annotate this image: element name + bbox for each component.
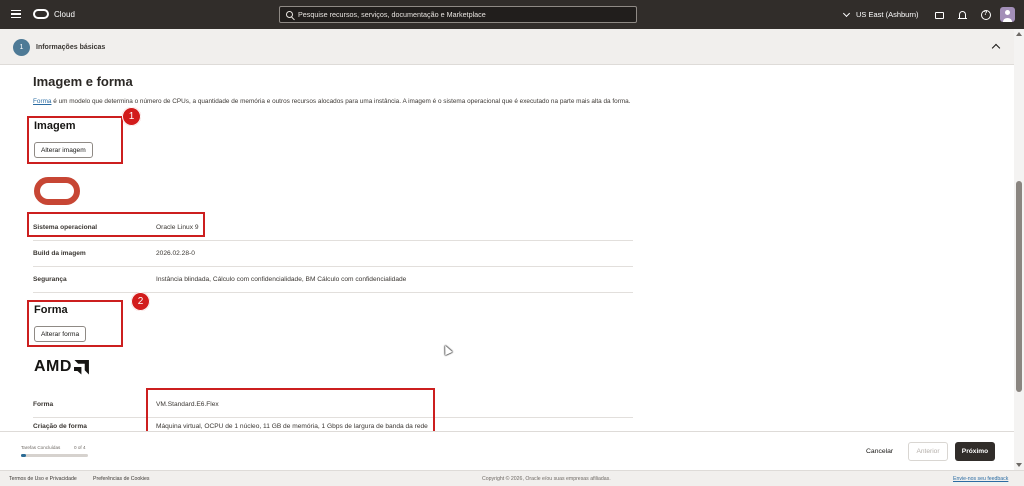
table-row: Build da imagem 2026.02.28-0 xyxy=(33,241,633,267)
next-button[interactable]: Próximo xyxy=(955,442,995,461)
shape-label: Forma xyxy=(33,401,54,408)
region-label: US East (Ashburn) xyxy=(856,10,919,19)
copyright-text: Copyright © 2026, Oracle e/ou suas empre… xyxy=(482,476,611,482)
profile-avatar[interactable] xyxy=(1000,7,1015,22)
security-value: Instância blindada, Cálculo com confiden… xyxy=(156,276,407,283)
cancel-button[interactable]: Cancelar xyxy=(861,443,898,460)
amd-logo-text: AMD xyxy=(34,358,72,375)
image-build-value: 2026.02.28-0 xyxy=(156,250,195,257)
brand-label: Cloud xyxy=(54,9,75,19)
main-content: Imagem e forma Forma é um modelo que det… xyxy=(0,65,1014,431)
amd-logo: AMD xyxy=(34,358,89,376)
oracle-cloud-logo[interactable]: Cloud xyxy=(33,9,75,19)
feedback-link[interactable]: Envie-nos seu feedback xyxy=(953,476,1008,482)
annotation-badge-2: 2 xyxy=(131,292,150,311)
scroll-up-arrow-icon[interactable] xyxy=(1016,32,1022,36)
security-label: Segurança xyxy=(33,276,67,283)
chevron-up-icon[interactable] xyxy=(991,43,1001,53)
table-row: Segurança Instância blindada, Cálculo co… xyxy=(33,267,633,293)
tasks-completed-label: Tarefas Concluídas xyxy=(21,445,61,450)
annotation-badge-1: 1 xyxy=(122,107,141,126)
previous-button[interactable]: Anterior xyxy=(908,442,948,461)
wizard-action-bar: Tarefas Concluídas 0 of 4 Cancelar Anter… xyxy=(0,431,1014,470)
step-header[interactable]: 1 Informações básicas xyxy=(0,29,1014,65)
search-input[interactable] xyxy=(298,10,628,19)
region-selector[interactable]: US East (Ashburn) xyxy=(842,9,919,19)
scroll-down-arrow-icon[interactable] xyxy=(1016,463,1022,467)
cookie-preferences-link[interactable]: Preferências de Cookies xyxy=(93,476,150,482)
annotation-box-os xyxy=(27,212,205,237)
shape-build-label: Criação de forma xyxy=(33,423,87,430)
annotation-box-image xyxy=(27,116,123,164)
top-navigation-bar: Cloud US East (Ashburn) ? xyxy=(0,0,1024,29)
page-footer: Termos de Uso e Privacidade Preferências… xyxy=(0,470,1024,486)
scrollbar[interactable] xyxy=(1014,29,1024,470)
tasks-progress-fill xyxy=(21,454,27,457)
annotation-box-shape xyxy=(27,300,123,347)
tasks-progress-bar xyxy=(21,454,88,457)
menu-icon[interactable] xyxy=(11,10,21,18)
oracle-linux-logo xyxy=(34,177,80,205)
shape-help-link[interactable]: Forma xyxy=(33,98,51,105)
tasks-completed-count: 0 of 4 xyxy=(74,445,86,450)
help-icon[interactable]: ? xyxy=(980,9,991,20)
cloud-shell-icon[interactable] xyxy=(934,9,945,20)
search-icon xyxy=(286,11,293,18)
terms-privacy-link[interactable]: Termos de Uso e Privacidade xyxy=(9,476,77,482)
scrollbar-thumb[interactable] xyxy=(1016,181,1022,392)
image-build-label: Build da imagem xyxy=(33,250,86,257)
step-title: Informações básicas xyxy=(36,44,106,51)
chevron-down-icon xyxy=(842,9,851,17)
description-text: é um modelo que determina o número de CP… xyxy=(51,98,631,105)
section-description: Forma é um modelo que determina o número… xyxy=(33,97,633,106)
search-box[interactable] xyxy=(279,6,637,23)
annotation-box-shape-details xyxy=(146,388,435,431)
section-title: Imagem e forma xyxy=(33,74,133,89)
oracle-logo-icon xyxy=(33,9,49,19)
amd-arrow-icon xyxy=(74,360,89,375)
step-number: 1 xyxy=(13,39,30,56)
notifications-bell-icon[interactable] xyxy=(957,9,968,20)
